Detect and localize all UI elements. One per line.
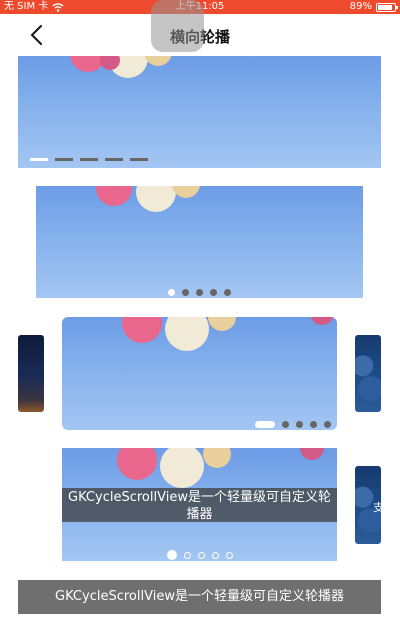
page-indicator-dot bbox=[324, 421, 331, 428]
page-indicator-dot bbox=[196, 289, 203, 296]
banner-1-slide[interactable] bbox=[18, 56, 381, 168]
banner-2-slide[interactable] bbox=[36, 186, 363, 298]
balloons-image bbox=[122, 317, 334, 351]
balloons-image bbox=[70, 56, 172, 78]
next-slide-caption-fragment: 支 bbox=[373, 501, 384, 514]
status-right: 89% bbox=[349, 0, 398, 14]
battery-percent: 89% bbox=[349, 1, 372, 12]
touch-indicator bbox=[151, 0, 204, 52]
banner-3-page-indicator bbox=[255, 421, 331, 428]
page-indicator-dot bbox=[226, 551, 233, 559]
page-indicator-dot bbox=[212, 551, 219, 559]
banner-3-next-slide[interactable] bbox=[355, 335, 381, 412]
page-indicator-dot bbox=[182, 289, 189, 296]
balloons-image bbox=[96, 186, 200, 212]
page-indicator-dot bbox=[224, 289, 231, 296]
text-carousel[interactable]: GKCycleScrollView是一个轻量级可自定义轮播器 bbox=[18, 580, 381, 614]
battery-icon bbox=[376, 3, 398, 12]
banner-4-caption: GKCycleScrollView是一个轻量级可自定义轮播器 bbox=[62, 488, 337, 522]
page-indicator-dot bbox=[310, 421, 317, 428]
banner-1-page-indicator bbox=[30, 158, 148, 161]
page-indicator-dot bbox=[210, 289, 217, 296]
page-indicator-dash bbox=[55, 158, 73, 161]
page-indicator-dash bbox=[105, 158, 123, 161]
page-indicator-dash bbox=[80, 158, 98, 161]
page-indicator-dot bbox=[184, 551, 191, 559]
page-indicator-dash bbox=[130, 158, 148, 161]
page-indicator-dot bbox=[168, 289, 175, 296]
banner-3-slide[interactable] bbox=[62, 317, 337, 430]
banner-2-page-indicator bbox=[168, 289, 231, 296]
page-indicator-dot bbox=[296, 421, 303, 428]
page-indicator-pill bbox=[255, 421, 275, 428]
page-indicator-dot bbox=[167, 550, 177, 560]
page-indicator-dot bbox=[198, 551, 205, 559]
page-indicator-dot bbox=[282, 421, 289, 428]
banner-4-page-indicator bbox=[167, 550, 233, 560]
battery-level bbox=[378, 5, 392, 10]
banner-3-prev-slide[interactable] bbox=[18, 335, 44, 412]
page-indicator-dash bbox=[30, 158, 48, 161]
